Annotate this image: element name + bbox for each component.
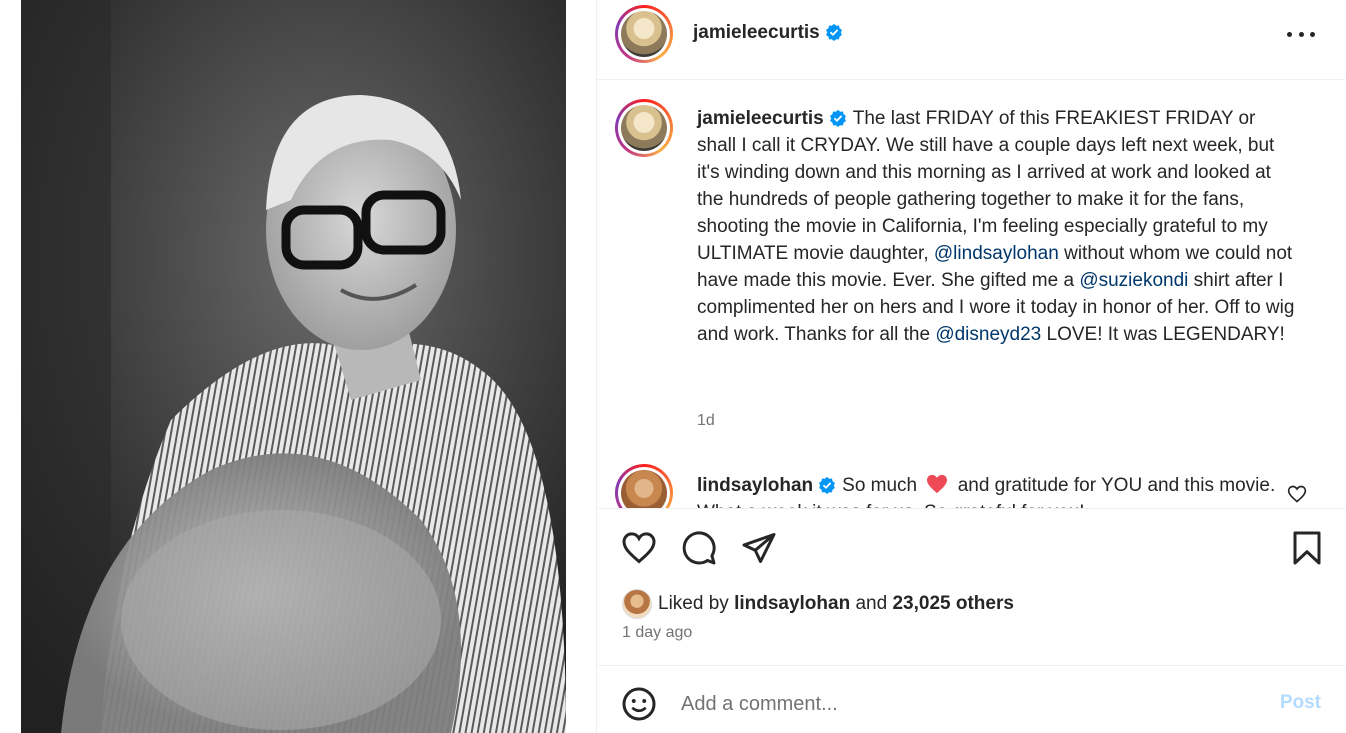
- caption-text: The last FRIDAY of this FREAKIEST FRIDAY…: [697, 108, 1275, 264]
- mention-link[interactable]: @suziekondi: [1079, 270, 1188, 291]
- caption-author-avatar[interactable]: [615, 99, 673, 157]
- post-header: jamieleecurtis: [597, 0, 1345, 80]
- author-avatar[interactable]: [615, 5, 673, 63]
- author-username[interactable]: jamieleecurtis: [693, 22, 843, 44]
- caption-author-username[interactable]: jamieleecurtis: [697, 108, 847, 129]
- comment-like-heart-icon[interactable]: [1287, 484, 1307, 504]
- red-heart-emoji-icon: [927, 474, 948, 494]
- post-comment-button[interactable]: Post: [1280, 692, 1321, 714]
- author-username-text[interactable]: jamieleecurtis: [693, 22, 820, 43]
- commenter-avatar[interactable]: [615, 464, 673, 508]
- caption-text: LOVE! It was LEGENDARY!: [1041, 324, 1285, 345]
- post-caption: jamieleecurtis The last FRIDAY of this FR…: [697, 105, 1297, 348]
- likes-count[interactable]: 23,025 others: [892, 593, 1013, 615]
- likes-prefix: Liked by: [658, 593, 729, 614]
- post-photo[interactable]: [21, 0, 566, 733]
- likes-summary: Liked by lindsaylohan and 23,025 others: [622, 589, 1014, 619]
- verified-badge-icon: [825, 23, 842, 41]
- verified-badge-icon: [829, 109, 846, 127]
- emoji-icon[interactable]: [621, 686, 657, 722]
- heart-icon[interactable]: [621, 530, 657, 566]
- comment-icon[interactable]: [681, 530, 717, 566]
- post-details-panel: jamieleecurtis jamieleecurtis The last FR…: [596, 0, 1346, 733]
- add-comment-bar: Post: [597, 665, 1345, 733]
- caption-timestamp[interactable]: 1d: [697, 412, 715, 430]
- comment-text-part: So much: [842, 475, 918, 496]
- mention-link[interactable]: @lindsaylohan: [934, 243, 1059, 264]
- paper-plane-icon[interactable]: [741, 530, 777, 566]
- likes-connector: and: [855, 593, 888, 614]
- post-photo-image: [21, 0, 566, 733]
- post-caption-area: jamieleecurtis The last FRIDAY of this FR…: [597, 80, 1345, 508]
- post-actions-bar: [597, 508, 1345, 584]
- liker-avatar[interactable]: [622, 589, 652, 619]
- mention-link[interactable]: @disneyd23: [935, 324, 1041, 345]
- liker-username[interactable]: lindsaylohan: [734, 593, 850, 615]
- bookmark-icon[interactable]: [1289, 530, 1325, 566]
- more-options-icon[interactable]: [1287, 22, 1315, 46]
- comment-text: lindsaylohan So much and gratitude for YO…: [697, 472, 1277, 508]
- post-timestamp[interactable]: 1 day ago: [622, 624, 692, 642]
- commenter-username[interactable]: lindsaylohan: [697, 475, 836, 496]
- verified-badge-icon: [819, 476, 836, 494]
- comment-input[interactable]: [681, 690, 1241, 718]
